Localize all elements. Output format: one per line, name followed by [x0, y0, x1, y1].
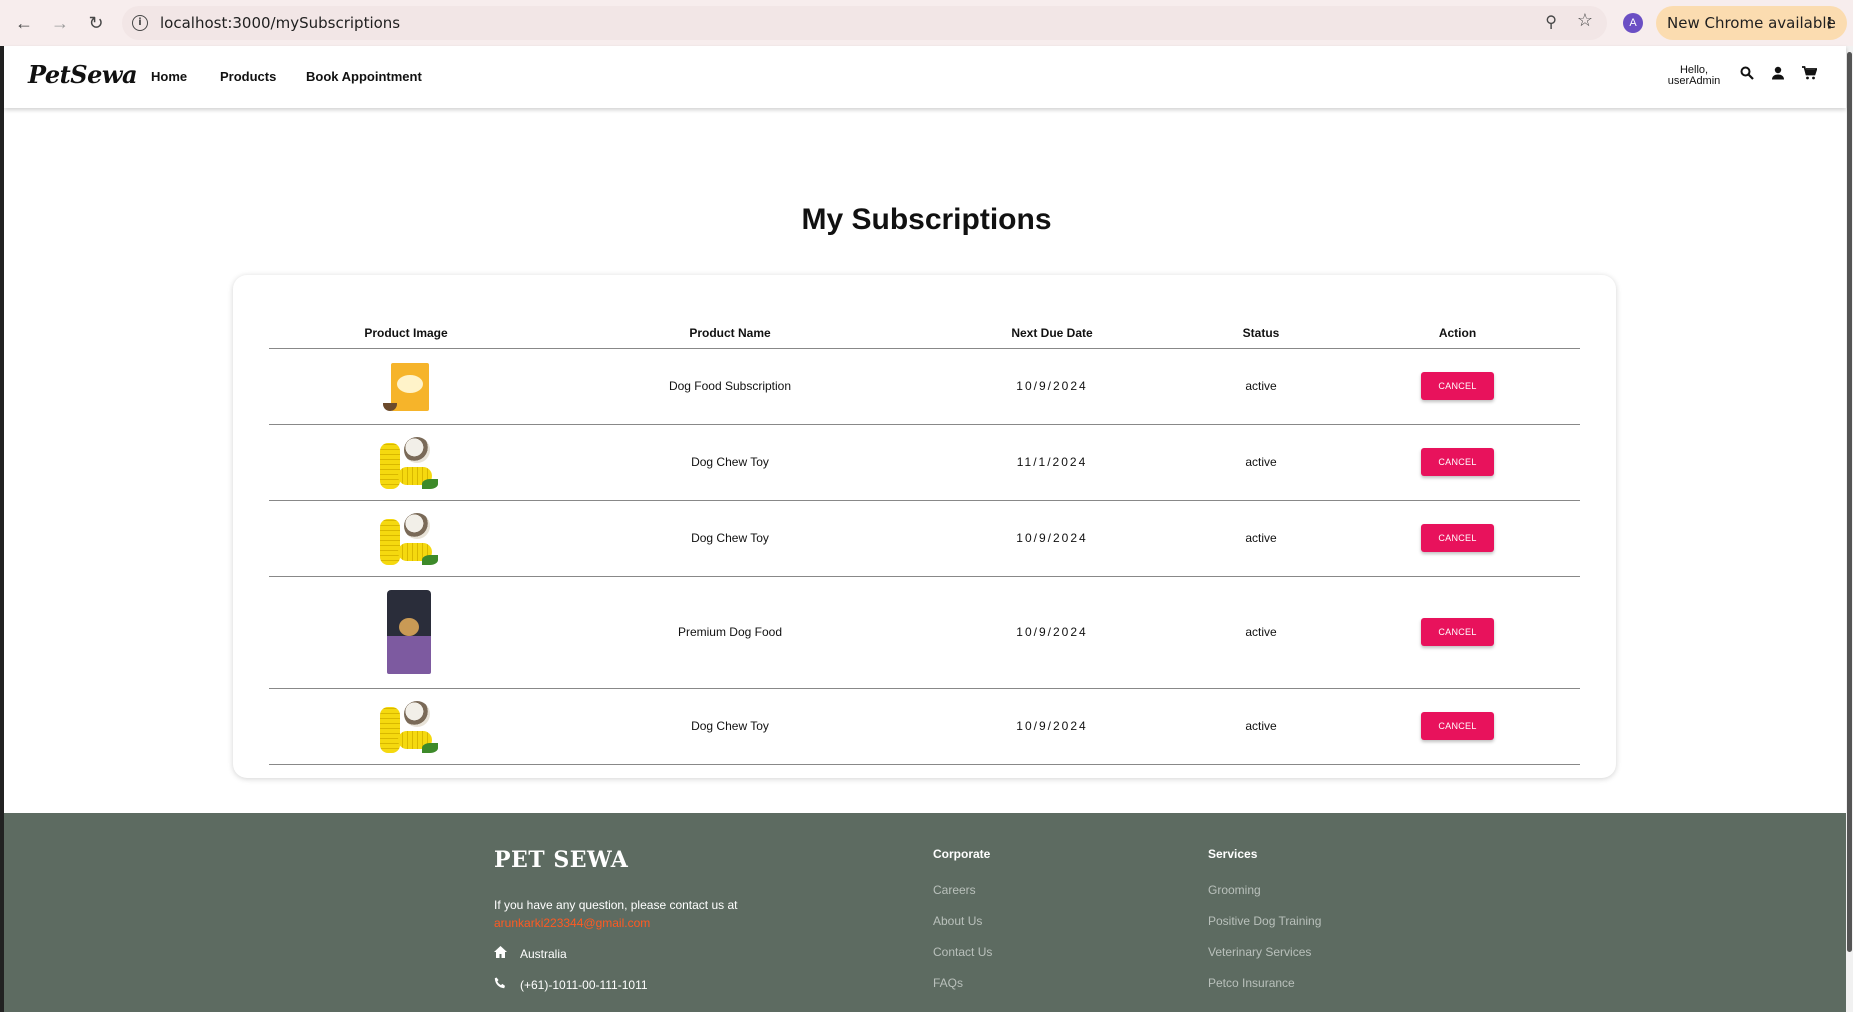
- greeting-username: userAdmin: [1667, 75, 1721, 87]
- col-status: Status: [1187, 319, 1335, 349]
- cancel-button[interactable]: CANCEL: [1421, 618, 1494, 646]
- footer-link-dog-training[interactable]: Positive Dog Training: [1208, 914, 1321, 928]
- col-action: Action: [1335, 319, 1580, 349]
- table-row: Premium Dog Food 10/9/2024 active CANCEL: [269, 576, 1580, 689]
- product-name: Premium Dog Food: [543, 576, 917, 689]
- bookmark-star-icon[interactable]: ☆: [1577, 10, 1593, 31]
- footer-link-contact-us[interactable]: Contact Us: [933, 945, 992, 959]
- table-row: Dog Chew Toy 11/1/2024 active CANCEL: [269, 424, 1580, 501]
- status-badge: active: [1187, 348, 1335, 425]
- col-next-due-date: Next Due Date: [917, 319, 1187, 349]
- forward-arrow-icon[interactable]: →: [48, 11, 72, 35]
- table-row: Dog Chew Toy 10/9/2024 active CANCEL: [269, 688, 1580, 765]
- home-icon: [494, 946, 514, 961]
- next-due-date: 10/9/2024: [917, 500, 1187, 577]
- footer-email-link[interactable]: arunkarki223344@gmail.com: [494, 916, 650, 930]
- table-row: Dog Chew Toy 10/9/2024 active CANCEL: [269, 500, 1580, 577]
- next-due-date: 11/1/2024: [917, 424, 1187, 501]
- product-name: Dog Food Subscription: [543, 348, 917, 425]
- product-name: Dog Chew Toy: [543, 424, 917, 501]
- subscriptions-table: Product Image Product Name Next Due Date…: [269, 319, 1580, 765]
- status-badge: active: [1187, 688, 1335, 765]
- cancel-button[interactable]: CANCEL: [1421, 448, 1494, 476]
- next-due-date: 10/9/2024: [917, 348, 1187, 425]
- profile-avatar[interactable]: A: [1623, 13, 1643, 33]
- zoom-icon[interactable]: ⚲: [1545, 12, 1557, 32]
- dog-chew-toy-image: [376, 699, 438, 754]
- footer-link-faqs[interactable]: FAQs: [933, 976, 992, 990]
- premium-dog-food-bag-image: [381, 590, 431, 674]
- subscriptions-card: Product Image Product Name Next Due Date…: [233, 275, 1616, 778]
- footer-logo: PET SEWA: [494, 847, 629, 873]
- table-row: Dog Food Subscription 10/9/2024 active C…: [269, 348, 1580, 425]
- user-account-icon[interactable]: [1771, 66, 1785, 83]
- chrome-update-button[interactable]: New Chrome available ⋮: [1656, 6, 1847, 40]
- footer-location: Australia: [494, 946, 567, 961]
- back-arrow-icon[interactable]: ←: [12, 11, 36, 35]
- footer-link-grooming[interactable]: Grooming: [1208, 883, 1321, 897]
- site-footer: PET SEWA If you have any question, pleas…: [4, 813, 1846, 1012]
- reload-icon[interactable]: ↻: [84, 11, 108, 35]
- phone-text: (+61)-1011-00-111-1011: [520, 978, 648, 992]
- footer-services-column: Services Grooming Positive Dog Training …: [1208, 847, 1321, 1007]
- url-text[interactable]: localhost:3000/mySubscriptions: [160, 14, 400, 32]
- update-label: New Chrome available: [1667, 14, 1836, 32]
- site-header: PetSewa Home Products Book Appointment H…: [4, 46, 1846, 108]
- status-badge: active: [1187, 500, 1335, 577]
- kebab-menu-icon[interactable]: ⋮: [1822, 6, 1837, 40]
- table-header-row: Product Image Product Name Next Due Date…: [269, 319, 1580, 349]
- cart-icon[interactable]: [1802, 66, 1818, 83]
- site-info-icon[interactable]: i: [132, 15, 148, 31]
- footer-corporate-column: Corporate Careers About Us Contact Us FA…: [933, 847, 992, 1007]
- cancel-button[interactable]: CANCEL: [1421, 712, 1494, 740]
- scrollbar-thumb[interactable]: [1847, 52, 1852, 952]
- services-heading: Services: [1208, 847, 1258, 861]
- nav-products[interactable]: Products: [220, 69, 276, 84]
- footer-link-about-us[interactable]: About Us: [933, 914, 992, 928]
- footer-link-insurance[interactable]: Petco Insurance: [1208, 976, 1321, 990]
- product-name: Dog Chew Toy: [543, 688, 917, 765]
- product-name: Dog Chew Toy: [543, 500, 917, 577]
- footer-link-careers[interactable]: Careers: [933, 883, 992, 897]
- cancel-button[interactable]: CANCEL: [1421, 524, 1494, 552]
- col-product-image: Product Image: [269, 319, 543, 349]
- footer-link-veterinary[interactable]: Veterinary Services: [1208, 945, 1321, 959]
- browser-toolbar: ← → ↻ i localhost:3000/mySubscriptions ⚲…: [0, 0, 1853, 46]
- status-badge: active: [1187, 424, 1335, 501]
- status-badge: active: [1187, 576, 1335, 689]
- user-greeting[interactable]: Hello, userAdmin: [1658, 65, 1730, 87]
- nav-book-appointment[interactable]: Book Appointment: [306, 69, 422, 84]
- footer-contact-text: If you have any question, please contact…: [494, 898, 738, 912]
- phone-icon: [494, 977, 514, 992]
- site-logo[interactable]: PetSewa: [28, 60, 138, 89]
- footer-phone: (+61)-1011-00-111-1011: [494, 977, 648, 992]
- dog-chew-toy-image: [376, 435, 438, 490]
- nav-home[interactable]: Home: [151, 69, 187, 84]
- page-title: My Subscriptions: [801, 203, 1052, 236]
- dog-chew-toy-image: [376, 511, 438, 566]
- location-text: Australia: [520, 947, 567, 961]
- dog-food-box-image: [381, 359, 431, 414]
- corporate-heading: Corporate: [933, 847, 991, 861]
- next-due-date: 10/9/2024: [917, 576, 1187, 689]
- address-bar[interactable]: i localhost:3000/mySubscriptions ⚲ ☆: [122, 6, 1607, 40]
- search-icon[interactable]: [1740, 66, 1754, 83]
- cancel-button[interactable]: CANCEL: [1421, 372, 1494, 400]
- col-product-name: Product Name: [543, 319, 917, 349]
- next-due-date: 10/9/2024: [917, 688, 1187, 765]
